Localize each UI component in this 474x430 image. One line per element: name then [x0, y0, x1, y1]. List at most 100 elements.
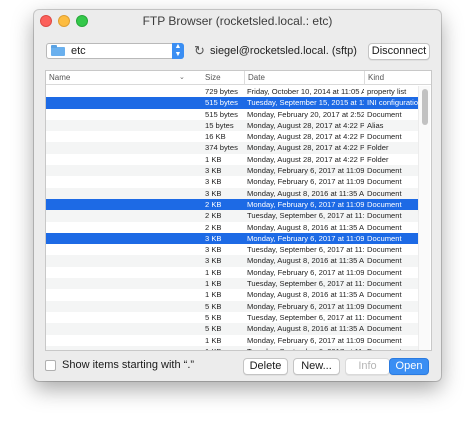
file-date: Monday, February 6, 2017 at 11:09 AM — [247, 166, 364, 176]
title-bar[interactable]: FTP Browser (rocketsled.local.: etc) — [34, 10, 441, 32]
table-row[interactable]: ▼extra1 KBMonday, August 28, 2017 at 4:2… — [46, 154, 418, 165]
table-row[interactable]: afpovertcp.cfg~orig515 bytesMonday, Febr… — [46, 109, 418, 120]
new-button[interactable]: New... — [293, 358, 340, 375]
file-size: 3 KB — [205, 245, 222, 255]
file-kind: Document — [367, 290, 402, 300]
file-date: Monday, February 20, 2017 at 2:52 PM — [247, 109, 364, 119]
file-date: Monday, February 6, 2017 at 11:09 AM — [247, 233, 364, 243]
file-kind: Document — [367, 211, 402, 221]
file-size: 2 KB — [205, 199, 222, 209]
file-size: 3 KB — [205, 256, 222, 266]
connection-label: siegel@rocketsled.local. (sftp) — [210, 45, 357, 57]
table-row[interactable]: httpd-languages.conf5 KBMonday, February… — [46, 300, 418, 312]
delete-button[interactable]: Delete — [243, 358, 288, 375]
zoom-window-button[interactable] — [76, 15, 88, 27]
table-row[interactable]: afpovertcp.cfg515 bytesTuesday, Septembe… — [46, 97, 418, 109]
table-row[interactable]: httpd-autoindex.conf~orig3 KBMonday, Feb… — [46, 176, 418, 187]
file-date: Monday, February 6, 2017 at 11:09 AM — [247, 199, 364, 209]
table-row[interactable]: aliases.db16 KBMonday, August 28, 2017 a… — [46, 131, 418, 142]
table-row[interactable]: httpd-autoindex.conf~previous3 KBMonday,… — [46, 187, 418, 199]
column-header-name[interactable]: Name — [46, 71, 201, 85]
file-size: 1 KB — [205, 279, 222, 289]
file-kind: Folder — [367, 143, 389, 153]
file-kind: Document — [367, 335, 402, 345]
close-window-button[interactable] — [40, 15, 52, 27]
file-date: Monday, August 8, 2016 at 11:35 AM — [247, 290, 364, 300]
file-date: Monday, August 8, 2016 at 11:35 AM — [247, 188, 364, 198]
table-row[interactable]: httpd-dav.conf~previous2 KBMonday, Augus… — [46, 222, 418, 233]
file-size: 5 KB — [205, 301, 222, 311]
file-size: 16 KB — [205, 132, 226, 142]
file-size: 3 KB — [205, 188, 222, 198]
table-row[interactable]: httpd-default.conf~previous3 KBMonday, A… — [46, 255, 418, 267]
file-date: Tuesday, September 6, 2017 at 11:09 AM — [247, 279, 364, 289]
show-hidden-label: Show items starting with “.” — [62, 359, 195, 371]
table-row[interactable]: httpd-info.conf~orig1 KBTuesday, Septemb… — [46, 278, 418, 290]
file-kind: Alias — [367, 120, 384, 130]
file-table: Name ⌄ Size Date Kind af.plist729 bytesF… — [45, 70, 432, 351]
table-row[interactable]: httpd-autoindex.conf3 KBMonday, February… — [46, 165, 418, 177]
table-row[interactable]: httpd-languages.conf~orig5 KBTuesday, Se… — [46, 312, 418, 323]
file-size: 2 KB — [205, 222, 222, 232]
table-row[interactable]: httpd-info.conf~previous1 KBMonday, Augu… — [46, 289, 418, 300]
vertical-scrollbar[interactable] — [418, 86, 430, 350]
file-kind: Document — [367, 312, 402, 322]
path-label: etc — [71, 45, 86, 57]
show-hidden-checkbox[interactable] — [45, 360, 56, 371]
file-size: 1 KB — [205, 335, 222, 345]
file-kind: Document — [367, 324, 402, 334]
file-size: 1 KB — [205, 290, 222, 300]
file-date: Tuesday, September 6, 2017 at 11:09 AM — [247, 211, 364, 221]
file-date: Tuesday, September 6, 2017 at 11:09 AM — [247, 312, 364, 322]
refresh-icon[interactable]: ↻ — [194, 43, 206, 59]
file-kind: Document — [367, 346, 418, 350]
column-header-size[interactable]: Size — [202, 71, 244, 85]
table-row[interactable]: httpd-dav.conf2 KBMonday, February 6, 20… — [46, 198, 418, 211]
table-row[interactable]: af.plist729 bytesFriday, October 10, 201… — [46, 86, 418, 97]
open-button[interactable]: Open — [389, 358, 429, 375]
table-row[interactable]: httpd-manual.conf1 KBMonday, February 6,… — [46, 335, 418, 346]
file-kind: Document — [367, 256, 402, 266]
table-row[interactable]: httpd-manual.conf~orig1 KBTuesday, Septe… — [46, 345, 418, 350]
file-kind: Document — [367, 188, 402, 198]
file-kind: Document — [367, 267, 402, 277]
file-kind: Folder — [367, 154, 389, 164]
column-header-date[interactable]: Date — [244, 71, 364, 85]
table-row[interactable]: httpd-default.conf3 KBMonday, February 6… — [46, 232, 418, 245]
table-row[interactable]: httpd-info.conf1 KBMonday, February 6, 2… — [46, 267, 418, 278]
file-kind: Document — [367, 233, 402, 243]
info-button[interactable]: Info — [345, 358, 390, 375]
file-kind: Document — [367, 245, 402, 255]
window-title: FTP Browser (rocketsled.local.: etc) — [142, 14, 333, 28]
file-date: Tuesday, September 6, 2017 at 11:09 AM — [247, 346, 364, 350]
disconnect-button[interactable]: Disconnect — [368, 43, 430, 60]
ftp-browser-window: FTP Browser (rocketsled.local.: etc) etc… — [34, 10, 441, 381]
minimize-window-button[interactable] — [58, 15, 70, 27]
file-size: 3 KB — [205, 177, 222, 187]
file-date: Monday, August 8, 2016 at 11:35 AM — [247, 256, 364, 266]
table-row[interactable]: httpd-languages.conf~previous5 KBMonday,… — [46, 323, 418, 335]
table-row[interactable]: httpd-dav.conf~orig2 KBTuesday, Septembe… — [46, 210, 418, 222]
file-date: Tuesday, September 6, 2017 at 11:09 AM — [247, 245, 364, 255]
table-row[interactable]: aliases15 bytesMonday, August 28, 2017 a… — [46, 119, 418, 132]
file-size: 3 KB — [205, 166, 222, 176]
file-size: 515 bytes — [205, 109, 238, 119]
file-size: 5 KB — [205, 324, 222, 334]
path-popup[interactable]: etc ▲ ▼ — [46, 43, 184, 59]
file-size: 15 bytes — [205, 120, 234, 130]
file-size: 515 bytes — [205, 98, 238, 108]
file-date: Monday, February 6, 2017 at 11:09 AM — [247, 301, 364, 311]
table-row[interactable]: httpd-default.conf~orig3 KBTuesday, Sept… — [46, 244, 418, 255]
scrollbar-thumb[interactable] — [422, 89, 428, 125]
file-date: Monday, February 6, 2017 at 11:09 AM — [247, 267, 364, 277]
file-kind: INI configuration — [367, 98, 418, 108]
file-kind: Document — [367, 132, 402, 142]
table-row[interactable]: ▼apache2374 bytesMonday, August 28, 2017… — [46, 142, 418, 154]
file-size: 374 bytes — [205, 143, 238, 153]
file-kind: property list — [367, 87, 407, 96]
column-header-kind[interactable]: Kind — [364, 71, 420, 85]
file-date: Monday, February 6, 2017 at 11:09 AM — [247, 177, 364, 187]
file-size: 729 bytes — [205, 87, 238, 96]
file-kind: Document — [367, 109, 402, 119]
file-kind: Document — [367, 301, 402, 311]
